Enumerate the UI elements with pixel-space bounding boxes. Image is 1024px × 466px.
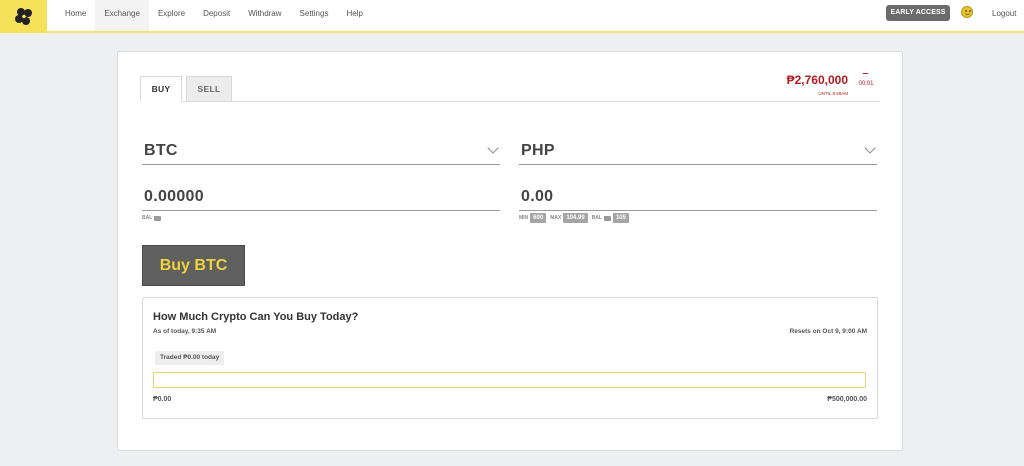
chevron-down-icon: [487, 142, 499, 154]
logo[interactable]: [0, 0, 47, 33]
exchange-card: BUY SELL ₱2,760,000 UNTIL 8:48AM 00:01 B…: [117, 51, 903, 451]
price-timer: 00:01: [854, 71, 878, 97]
smiley-icon[interactable]: [961, 6, 973, 18]
chevron-down-icon: [864, 142, 876, 154]
early-access-button[interactable]: EARLY ACCESS: [886, 5, 950, 21]
max-label: MAX: [550, 215, 562, 221]
crypto-balance: BAL: [142, 215, 162, 221]
tab-sell[interactable]: SELL: [186, 76, 232, 102]
buy-btc-button[interactable]: Buy BTC: [142, 245, 245, 286]
min-value[interactable]: 600: [530, 213, 547, 223]
tab-buy[interactable]: BUY: [140, 76, 182, 102]
flower-logo-icon: [14, 7, 32, 25]
timer-dash: [863, 73, 868, 74]
fiat-currency-value: PHP: [521, 142, 555, 159]
fiat-amount-input[interactable]: 0.00: [519, 185, 877, 211]
crypto-amount-value: 0.00000: [144, 188, 204, 205]
min-label: MIN: [519, 215, 529, 221]
traded-badge: Traded ₱0.00 today: [155, 351, 225, 365]
fiat-currency-select[interactable]: PHP: [519, 140, 877, 165]
fiat-limits: MIN 600 MAX 104.99 BAL 105: [519, 213, 631, 223]
nav-item-home[interactable]: Home: [56, 0, 95, 31]
crypto-currency-select[interactable]: BTC: [142, 140, 500, 165]
nav-links: Home Exchange Explore Deposit Withdraw Settin…: [56, 0, 372, 31]
as-of-time: As of today, 9:35 AM: [153, 328, 217, 335]
max-value[interactable]: 104.99: [563, 213, 588, 223]
limit-max-amount: ₱500,000.00: [827, 396, 867, 403]
tabs-divider: [140, 101, 880, 102]
crypto-amount-input[interactable]: 0.00000: [142, 185, 500, 211]
wallet-icon: [154, 215, 162, 221]
limit-min-amount: ₱0.00: [153, 396, 172, 403]
daily-limit-panel: How Much Crypto Can You Buy Today? As of…: [142, 297, 878, 419]
nav-item-withdraw[interactable]: Withdraw: [239, 0, 290, 31]
bal-value[interactable]: 105: [612, 213, 629, 223]
price-until: UNTIL 8:48AM: [818, 91, 848, 96]
price-countdown: 00:01: [858, 81, 874, 87]
bal-label: BAL: [591, 215, 602, 221]
nav-item-explore[interactable]: Explore: [149, 0, 194, 31]
top-nav: Home Exchange Explore Deposit Withdraw Settin…: [0, 0, 1024, 33]
crypto-bal-label: BAL: [142, 215, 153, 221]
limit-title: How Much Crypto Can You Buy Today?: [153, 311, 359, 323]
nav-item-exchange[interactable]: Exchange: [95, 0, 149, 31]
limit-progress-bar: [153, 372, 866, 388]
price-value: ₱2,760,000: [786, 73, 848, 87]
nav-item-help[interactable]: Help: [337, 0, 371, 31]
wallet-icon: [603, 215, 611, 221]
nav-item-settings[interactable]: Settings: [291, 0, 338, 31]
nav-item-deposit[interactable]: Deposit: [194, 0, 239, 31]
crypto-currency-value: BTC: [144, 142, 178, 159]
reset-time: Resets on Oct 9, 9:00 AM: [789, 328, 867, 335]
logout-link[interactable]: Logout: [992, 0, 1016, 27]
fiat-amount-value: 0.00: [521, 188, 554, 205]
